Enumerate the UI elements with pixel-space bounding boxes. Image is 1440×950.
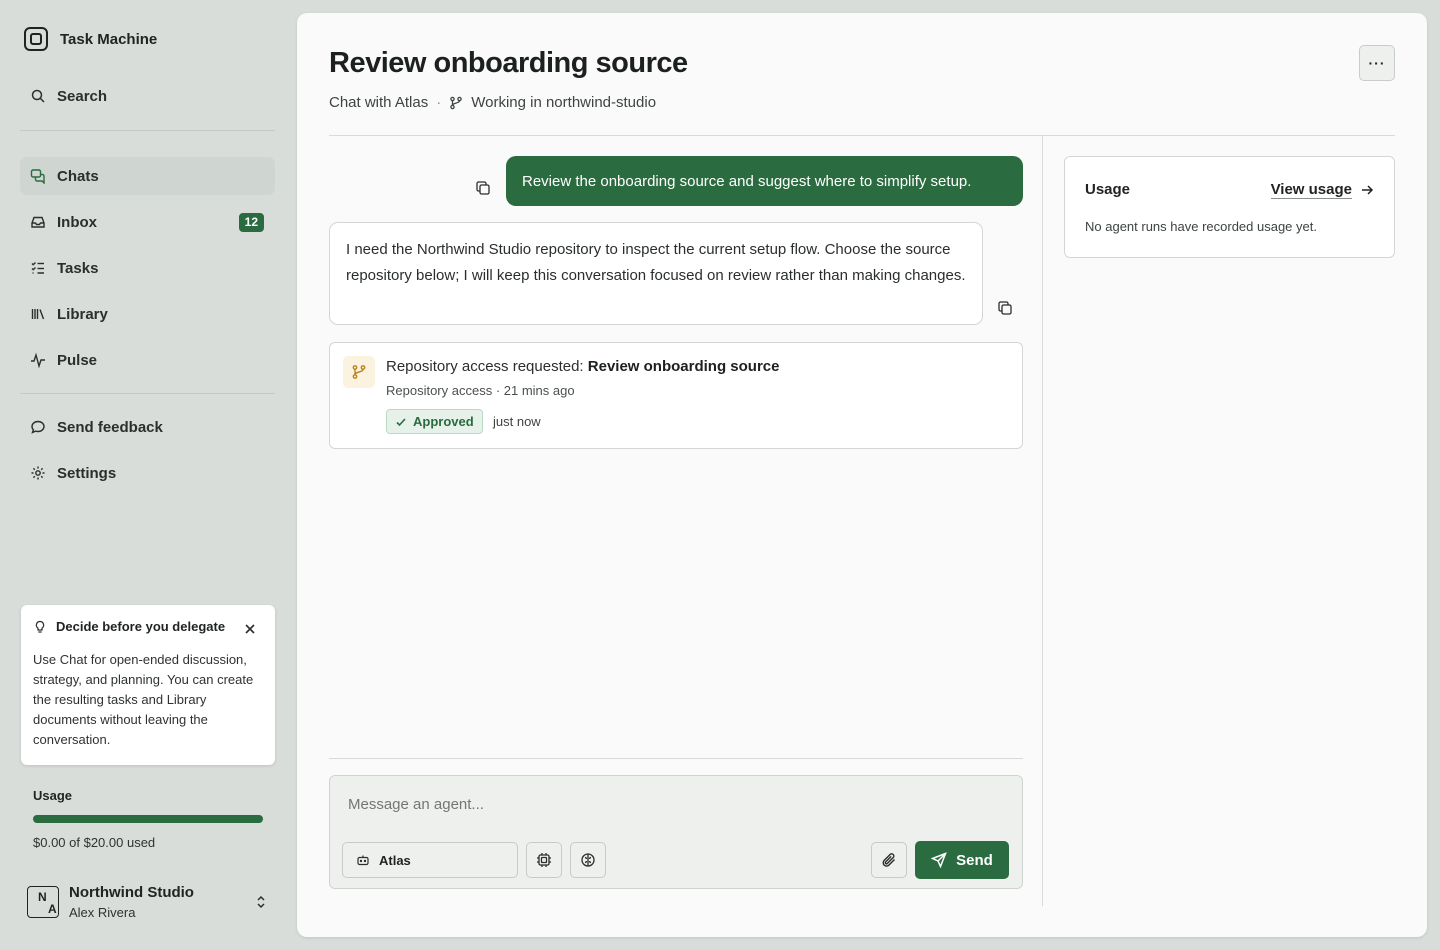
agent-message: I need the Northwind Studio repository t… — [329, 222, 983, 325]
access-request-card: Repository access requested: Review onbo… — [329, 342, 1023, 449]
message-composer: Atlas Send — [329, 775, 1023, 889]
request-title: Repository access requested: Review onbo… — [386, 358, 780, 375]
pulse-icon — [31, 352, 45, 368]
close-icon[interactable] — [243, 622, 257, 636]
workspace-label[interactable]: Working in northwind-studio — [471, 94, 656, 111]
chip-icon — [537, 853, 551, 867]
usage-title: Usage — [33, 788, 73, 803]
tip-card: Decide before you delegate Use Chat for … — [21, 605, 275, 765]
sidebar-divider — [20, 130, 275, 131]
send-label: Send — [956, 851, 993, 869]
account-org: Northwind Studio — [69, 884, 194, 901]
request-icon-tile — [343, 356, 375, 388]
sidebar-item-label: Pulse — [57, 351, 98, 369]
message-input[interactable] — [348, 796, 948, 813]
composer-divider — [329, 758, 1023, 759]
inbox-icon — [31, 216, 45, 228]
gear-icon — [31, 466, 45, 480]
send-icon — [931, 852, 947, 868]
usage-summary: Usage $0.00 of $20.00 used — [33, 788, 263, 850]
sidebar-item-settings[interactable]: Settings — [20, 454, 275, 492]
send-button[interactable]: Send — [915, 841, 1009, 879]
avatar-initial-org: N — [38, 890, 47, 904]
paperclip-icon — [882, 853, 895, 867]
arrow-right-icon — [1362, 185, 1374, 195]
sidebar-item-label: Chats — [57, 167, 99, 185]
separator-dot: · — [436, 94, 442, 111]
sidebar-item-label: Send feedback — [57, 418, 163, 436]
app-name: Task Machine — [60, 30, 158, 48]
reasoning-button[interactable] — [570, 842, 606, 878]
view-usage-link[interactable]: View usage — [1270, 181, 1374, 199]
account-user: Alex Rivera — [69, 905, 136, 920]
sidebar-item-label: Library — [57, 305, 108, 323]
library-icon — [31, 309, 45, 320]
page-title: Review onboarding source — [329, 47, 688, 79]
feedback-icon — [31, 420, 45, 434]
sidebar-item-chats[interactable]: Chats — [20, 157, 275, 195]
usage-progress-bar — [33, 815, 263, 823]
request-meta: Repository access · 21 mins ago — [386, 383, 575, 398]
status-badge: Approved — [386, 409, 483, 434]
copy-icon[interactable] — [997, 300, 1013, 316]
usage-amount: $0.00 of $20.00 used — [33, 835, 156, 850]
sidebar-item-label: Settings — [57, 464, 117, 482]
branch-icon — [450, 96, 462, 109]
sidebar-item-tasks[interactable]: Tasks — [20, 249, 275, 287]
usage-panel: Usage View usage No agent runs have reco… — [1064, 156, 1395, 258]
sidebar-item-send-feedback[interactable]: Send feedback — [20, 408, 275, 446]
copy-icon[interactable] — [475, 180, 491, 196]
agent-select[interactable]: Atlas — [342, 842, 518, 878]
model-button[interactable] — [526, 842, 562, 878]
chats-icon — [30, 169, 45, 184]
user-message: Review the onboarding source and suggest… — [506, 156, 1023, 206]
search-icon — [31, 89, 45, 103]
sidebar: Task Machine Search Chats Inbox 12 Tasks… — [0, 0, 296, 950]
search-label: Search — [57, 87, 108, 105]
status-label: Approved — [413, 414, 474, 429]
app-brand[interactable]: Task Machine — [24, 27, 157, 51]
more-options-button[interactable]: ··· — [1359, 45, 1395, 81]
avatar-initial-user: A — [48, 902, 57, 916]
branch-icon — [352, 365, 366, 379]
chat-with-label: Chat with Atlas — [329, 94, 429, 111]
search-button[interactable]: Search — [20, 77, 275, 115]
sidebar-item-inbox[interactable]: Inbox 12 — [20, 203, 275, 241]
header-divider — [329, 135, 1395, 136]
attach-button[interactable] — [871, 842, 907, 878]
app-logo-icon — [24, 27, 48, 51]
tasks-icon — [31, 261, 44, 274]
request-name: Review onboarding source — [587, 358, 780, 375]
panel-divider — [1042, 136, 1043, 906]
main-panel: Review onboarding source Chat with Atlas… — [297, 13, 1427, 937]
avatar: N A — [27, 886, 59, 918]
agent-select-value: Atlas — [379, 852, 411, 868]
tip-body: Use Chat for open-ended discussion, stra… — [33, 652, 254, 747]
lightbulb-icon — [35, 620, 45, 633]
sidebar-divider — [20, 393, 275, 394]
sidebar-item-library[interactable]: Library — [20, 295, 275, 333]
brain-icon — [581, 853, 595, 867]
account-switcher[interactable]: N A Northwind Studio Alex Rivera — [27, 880, 272, 924]
request-timestamp: just now — [493, 414, 541, 429]
sidebar-item-pulse[interactable]: Pulse — [20, 341, 275, 379]
usage-empty-text: No agent runs have recorded usage yet. — [1085, 219, 1317, 234]
request-prefix: Repository access requested: — [386, 358, 588, 375]
tip-title: Decide before you delegate — [56, 619, 226, 634]
sidebar-item-label: Tasks — [57, 259, 99, 277]
robot-icon — [357, 855, 369, 866]
view-usage-label: View usage — [1270, 181, 1352, 199]
inbox-count-badge: 12 — [238, 213, 264, 232]
usage-panel-title: Usage — [1085, 181, 1131, 198]
check-icon — [396, 417, 406, 426]
chevron-updown-icon — [257, 895, 265, 909]
sidebar-item-label: Inbox — [57, 213, 97, 231]
chat-context: Chat with Atlas · Working in northwind-s… — [329, 94, 656, 111]
